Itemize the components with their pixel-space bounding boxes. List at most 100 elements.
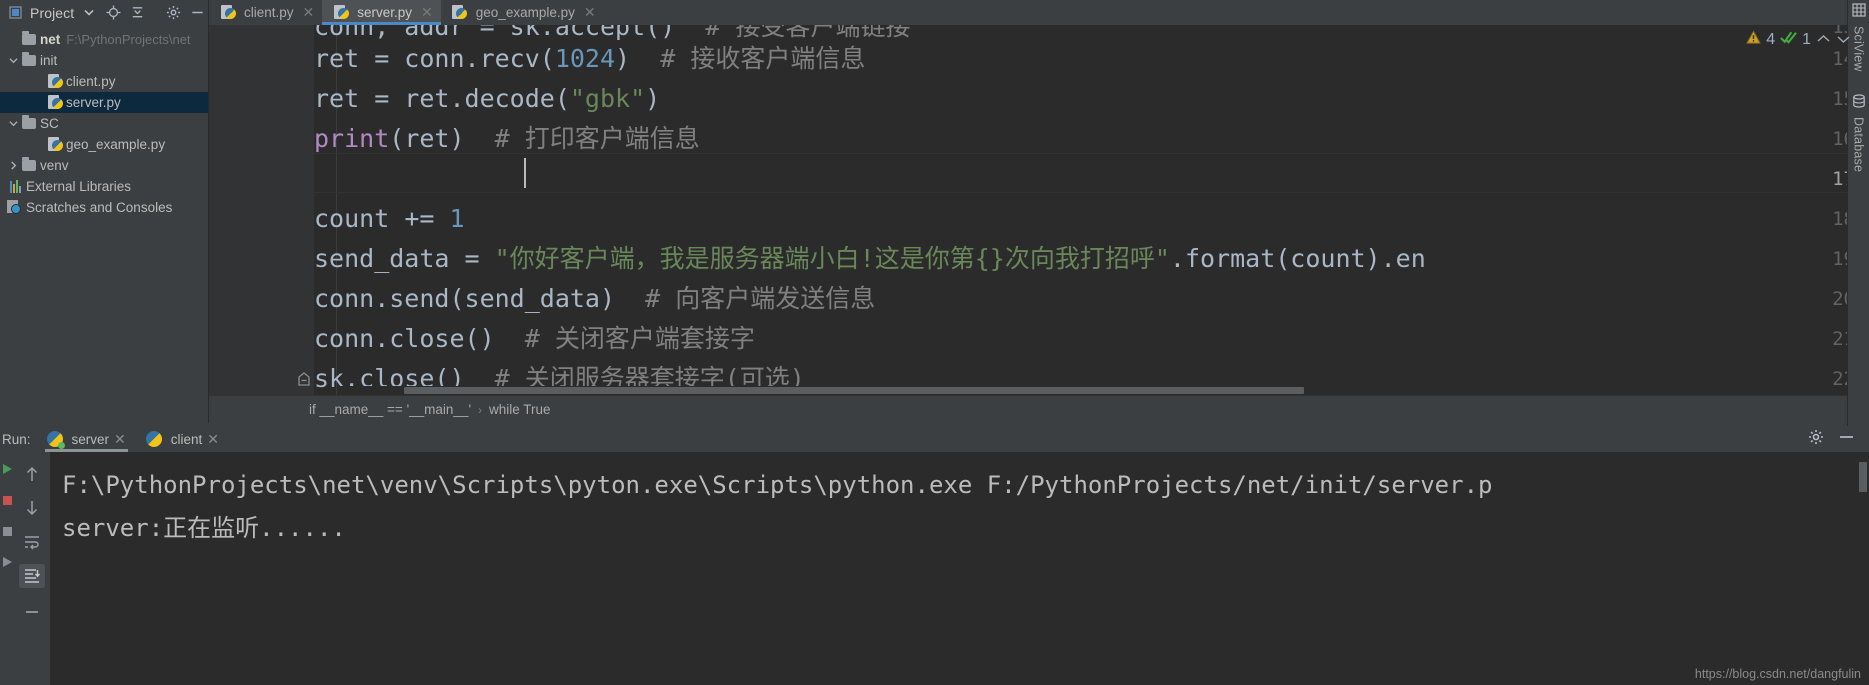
project-panel-title: Project [30,4,75,21]
rerun-icon[interactable] [2,555,13,573]
code-line-18[interactable]: count += 1 [314,199,465,239]
chevron-down-icon[interactable] [6,54,20,68]
chevron-up-icon[interactable] [1816,31,1831,48]
run-console-output[interactable]: F:\PythonProjects\net\venv\Scripts\pyton… [50,452,1869,685]
tree-item-init[interactable]: init [0,50,208,71]
project-tree: net F:\PythonProjects\net init client.py [0,25,208,218]
sidebar-item-database[interactable]: Database [1852,94,1866,172]
project-tool-window: Project net F:\PythonProjects\net init c… [0,0,209,490]
code-comment: # 向客户端发送信息 [615,284,876,313]
tree-item-scratches-and-consoles[interactable]: Scratches and Consoles [0,197,208,218]
editor-tabbar: client.py ✕ server.py ✕ geo_example.py ✕ [209,0,1869,25]
code-comment: # 打印客户端信息 [464,124,700,153]
python-run-icon [146,430,164,447]
code-string: "你好客户端，我是服务器端小白!这是你第{}次向我打招呼" [494,244,1170,273]
editor-horizontal-scrollbar-thumb[interactable] [404,387,1304,394]
code-comment: # 关闭客户端套接字 [494,324,755,353]
folder-icon [20,52,38,69]
stop-icon[interactable] [2,493,13,511]
settings-gear-icon[interactable] [1808,429,1824,450]
code-line-14[interactable]: ret = conn.recv(1024) # 接收客户端信息 [314,39,865,79]
tree-item-label: init [40,53,58,68]
run-panel-label: Run: [2,431,31,447]
code-token: ) [645,84,661,113]
chevron-down-icon[interactable] [1836,31,1851,48]
run-tab-client[interactable]: client ✕ [136,426,229,452]
code-token: = conn.recv( [359,44,555,73]
twisty-placeholder [6,33,20,47]
breadcrumb-item-1[interactable]: while True [489,402,551,417]
code-line-19[interactable]: send_data = "你好客户端，我是服务器端小白!这是你第{}次向我打招呼… [314,239,1426,279]
editor-gutter[interactable] [209,25,314,395]
inspection-widget[interactable]: 4 1 [1746,30,1851,49]
settings-gear-icon[interactable] [164,4,182,22]
chevron-down-icon[interactable] [80,4,98,22]
up-arrow-icon[interactable] [19,462,45,486]
tree-item-venv[interactable]: venv [0,155,208,176]
code-token: (ret) [389,124,465,153]
editor-tab-server-py[interactable]: server.py ✕ [322,0,441,25]
close-icon[interactable]: ✕ [303,4,315,21]
code-number: 1024 [554,44,616,73]
run-tab-label: server [71,431,110,447]
breadcrumb-item-0[interactable]: if __name__ == '__main__' [309,402,471,417]
scroll-to-end-icon[interactable] [19,564,45,588]
text-caret [524,158,526,188]
chevron-down-icon[interactable] [6,117,20,131]
close-icon[interactable]: ✕ [421,4,433,21]
code-number: 1 [449,204,465,233]
tree-item-sc[interactable]: SC [0,113,208,134]
code-token: ret [314,44,360,73]
scratches-icon [6,200,24,216]
code-token: send_data [314,244,450,273]
run-panel-header: Run: server ✕ client ✕ [0,426,1869,452]
tree-item-geo-example-py[interactable]: geo_example.py [0,134,208,155]
hide-panel-icon[interactable] [1838,429,1855,450]
python-file-icon [332,4,350,21]
hide-panel-icon[interactable] [188,4,206,22]
run-icon[interactable] [2,462,13,480]
down-arrow-icon[interactable] [19,496,45,520]
restart-icon[interactable] [2,524,13,542]
editor-tab-geo-example-py[interactable]: geo_example.py ✕ [440,0,604,25]
python-run-icon [47,430,66,449]
python-file-icon [46,94,64,111]
code-line-16[interactable]: print(ret) # 打印客户端信息 [314,119,700,159]
code-editor[interactable]: 13 14 15 16 17 18 19 20 21 22 conn, addr… [209,25,1869,395]
code-line-21[interactable]: conn.close() # 关闭客户端套接字 [314,319,755,359]
run-tab-server[interactable]: server ✕ [37,426,136,452]
tree-item-label: External Libraries [26,179,132,194]
close-icon[interactable]: ✕ [207,431,219,448]
tree-item-label: net [40,32,61,47]
tab-label: geo_example.py [475,5,575,20]
close-icon[interactable]: ✕ [584,4,596,21]
console-vertical-scrollbar[interactable] [1859,462,1867,492]
tree-item-label: geo_example.py [66,137,166,152]
console-line: server:正在监听...... [62,514,346,542]
tree-item-server-py[interactable]: server.py [0,92,208,113]
current-line-highlight [314,153,1869,193]
code-token: = [449,244,495,273]
sidebar-item-label: SciView [1851,26,1866,72]
close-icon[interactable]: ✕ [114,431,126,448]
code-fold-marker-icon[interactable] [297,359,311,395]
code-content[interactable]: conn, addr = sk.accept() # 接受客户端链接 ret =… [314,25,1869,395]
sidebar-item-sciview[interactable]: SciView [1852,3,1866,72]
code-line-15[interactable]: ret = ret.decode("gbk") [314,79,660,119]
tree-item-client-py[interactable]: client.py [0,71,208,92]
warning-count: 4 [1766,30,1776,48]
breadcrumb-separator-icon: › [478,402,483,417]
collapse-all-icon[interactable] [128,4,146,22]
breadcrumb: if __name__ == '__main__' › while True [209,395,1869,423]
code-comment: # 接收客户端信息 [630,44,866,73]
editor-tab-client-py[interactable]: client.py ✕ [209,0,323,25]
locate-icon[interactable] [104,4,122,22]
print-icon[interactable] [19,598,45,622]
tree-item-net[interactable]: net F:\PythonProjects\net [0,29,208,50]
code-line-20[interactable]: conn.send(send_data) # 向客户端发送信息 [314,279,875,319]
soft-wrap-icon[interactable] [19,530,45,554]
run-tab-label: client [170,431,203,447]
tree-item-external-libraries[interactable]: External Libraries [0,176,208,197]
chevron-right-icon[interactable] [6,159,20,173]
folder-icon [20,115,38,132]
